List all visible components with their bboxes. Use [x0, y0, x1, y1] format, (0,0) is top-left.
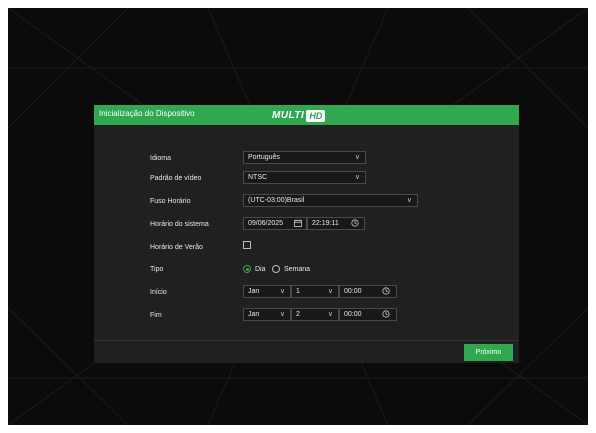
- end-month-select[interactable]: Jan ∨: [243, 308, 291, 321]
- logo-text: MULTI: [272, 110, 305, 121]
- dst-label: Horário de Verão: [150, 244, 203, 251]
- system-time-value: 22:19:11: [312, 220, 339, 227]
- device-init-dialog: Inicialização do Dispositivo MULTI HD Id…: [94, 105, 519, 363]
- system-time-field[interactable]: 22:19:11: [307, 217, 365, 230]
- video-standard-label: Padrão de vídeo: [150, 175, 202, 182]
- end-label: Fim: [150, 312, 162, 319]
- system-time-label: Horário do sistema: [150, 221, 209, 228]
- timezone-value: (UTC-03:00)Brasil: [248, 197, 305, 204]
- timezone-select[interactable]: (UTC-03:00)Brasil ∨: [243, 194, 418, 207]
- start-time-value: 00:00: [344, 288, 362, 295]
- radio-semana[interactable]: [272, 265, 280, 273]
- chevron-down-icon: ∨: [354, 154, 360, 161]
- start-time-field[interactable]: 00:00: [339, 285, 397, 298]
- logo-badge: HD: [306, 109, 326, 122]
- timezone-label: Fuso Horário: [150, 198, 191, 205]
- chevron-down-icon: ∨: [279, 288, 285, 295]
- video-standard-select[interactable]: NTSC ∨: [243, 171, 366, 184]
- end-time-field[interactable]: 00:00: [339, 308, 397, 321]
- clock-icon: [351, 219, 359, 227]
- end-month-value: Jan: [248, 311, 260, 318]
- start-day-value: 1: [296, 288, 300, 295]
- next-button[interactable]: Próximo: [464, 344, 513, 361]
- chevron-down-icon: ∨: [406, 197, 412, 204]
- chevron-down-icon: ∨: [279, 311, 285, 318]
- desktop-background: Inicialização do Dispositivo MULTI HD Id…: [8, 8, 588, 425]
- chevron-down-icon: ∨: [327, 311, 333, 318]
- start-label: Início: [150, 289, 167, 296]
- system-date-field[interactable]: 09/06/2025: [243, 217, 307, 230]
- chevron-down-icon: ∨: [354, 174, 360, 181]
- type-label: Tipo: [150, 266, 164, 273]
- chevron-down-icon: ∨: [327, 288, 333, 295]
- start-month-select[interactable]: Jan ∨: [243, 285, 291, 298]
- system-date-value: 09/06/2025: [248, 220, 284, 227]
- multi-hd-logo: MULTI HD: [272, 109, 326, 122]
- start-day-select[interactable]: 1 ∨: [291, 285, 339, 298]
- language-select[interactable]: Português ∨: [243, 151, 366, 164]
- end-day-select[interactable]: 2 ∨: [291, 308, 339, 321]
- start-month-value: Jan: [248, 288, 260, 295]
- end-time-value: 00:00: [344, 311, 362, 318]
- dst-checkbox[interactable]: [243, 241, 251, 249]
- language-label: Idioma: [150, 155, 172, 162]
- dialog-title: Inicialização do Dispositivo: [99, 109, 195, 118]
- calendar-icon: [294, 219, 302, 227]
- radio-dia-label: Dia: [255, 266, 266, 273]
- footer-divider: [94, 340, 519, 341]
- radio-dia[interactable]: [243, 265, 251, 273]
- radio-semana-label: Semana: [284, 266, 311, 273]
- video-standard-value: NTSC: [248, 174, 268, 181]
- dialog-titlebar: Inicialização do Dispositivo MULTI HD: [94, 105, 519, 125]
- clock-icon: [382, 310, 390, 318]
- clock-icon: [382, 287, 390, 295]
- end-day-value: 2: [296, 311, 300, 318]
- language-value: Português: [248, 154, 280, 161]
